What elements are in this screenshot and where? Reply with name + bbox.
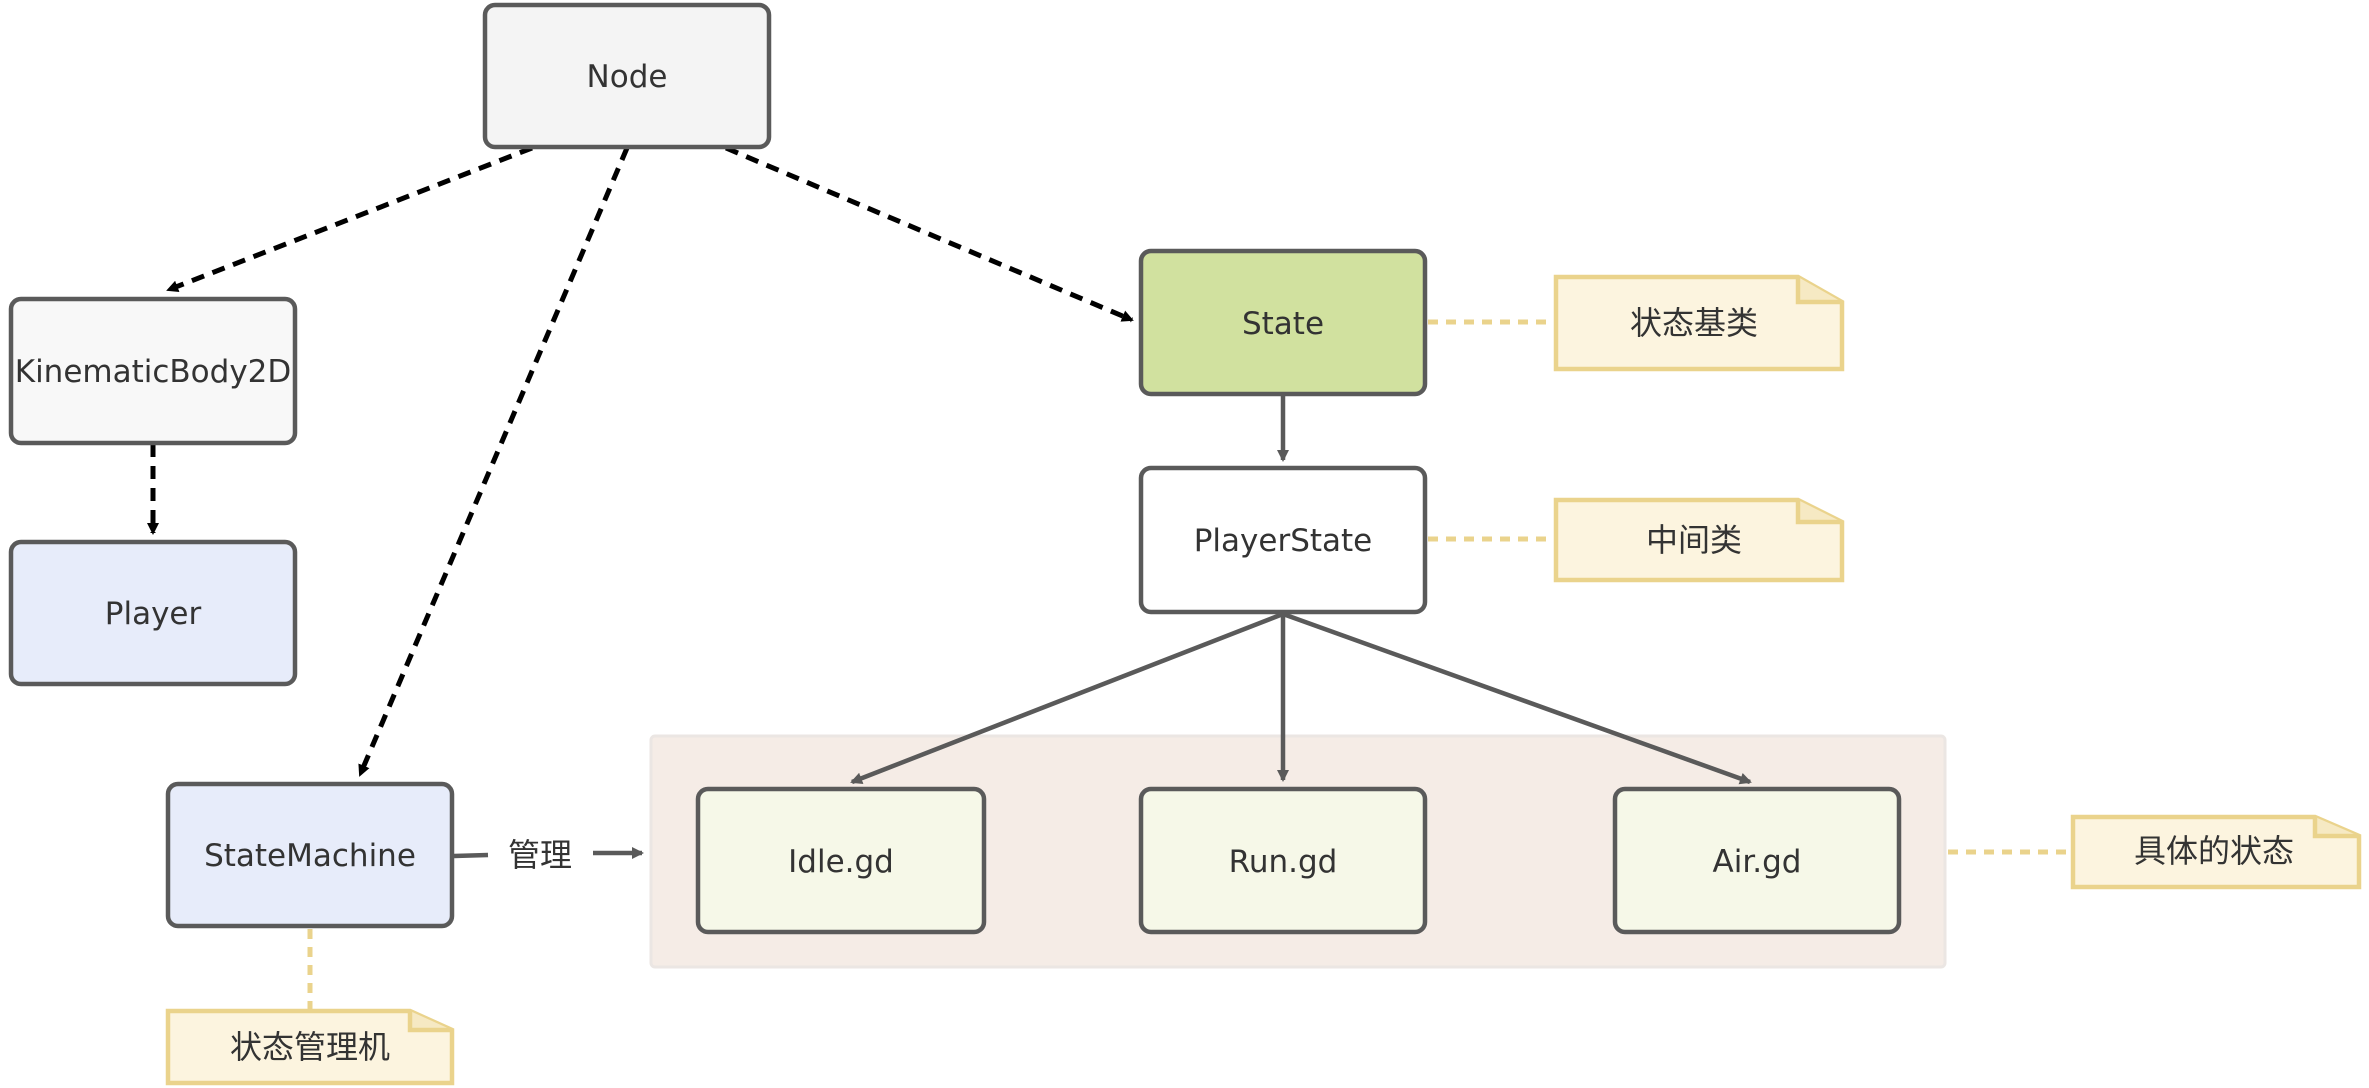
edge-node-to-state	[725, 145, 1134, 323]
edge-node-to-state-machine	[357, 147, 630, 777]
class-node-idle[interactable]: Idle.gd	[695, 786, 987, 935]
note-state-text: 状态基类	[1630, 304, 1758, 342]
idle-label: Idle.gd	[788, 844, 894, 880]
air-label: Air.gd	[1713, 844, 1802, 880]
class-node-player-state[interactable]: PlayerState	[1138, 465, 1428, 615]
note-state-machine-text: 状态管理机	[230, 1028, 390, 1066]
kinematic-label: KinematicBody2D	[15, 354, 292, 390]
class-node-kinematic-body-2d[interactable]: KinematicBody2D	[8, 296, 298, 446]
note-state-base-class[interactable]: 状态基类	[1553, 274, 1845, 372]
player-label: Player	[105, 596, 202, 632]
run-label: Run.gd	[1229, 844, 1338, 880]
edge-label-manage: 管理	[508, 836, 572, 874]
state-machine-label: StateMachine	[204, 838, 416, 874]
edge-node-to-kinematic	[166, 145, 533, 293]
state-label: State	[1242, 306, 1324, 342]
class-node-state[interactable]: State	[1138, 248, 1428, 397]
edge-state-machine-to-group-a	[453, 852, 489, 859]
note-intermediate-class[interactable]: 中间类	[1553, 497, 1845, 583]
note-concrete-text: 具体的状态	[2134, 832, 2294, 870]
class-node-state-machine[interactable]: StateMachine	[165, 781, 455, 929]
diagram-canvas: 管理 Node KinematicBody2D Player StateMach…	[8, 2, 2362, 1086]
note-concrete-states[interactable]: 具体的状态	[2070, 814, 2362, 890]
note-player-state-text: 中间类	[1646, 521, 1742, 559]
class-node-node[interactable]: Node	[482, 2, 772, 150]
class-node-run[interactable]: Run.gd	[1138, 786, 1428, 935]
node-label: Node	[587, 59, 668, 95]
class-node-air[interactable]: Air.gd	[1612, 786, 1902, 935]
player-state-label: PlayerState	[1194, 523, 1373, 559]
class-node-player[interactable]: Player	[8, 539, 298, 687]
note-state-machine[interactable]: 状态管理机	[165, 1008, 455, 1086]
